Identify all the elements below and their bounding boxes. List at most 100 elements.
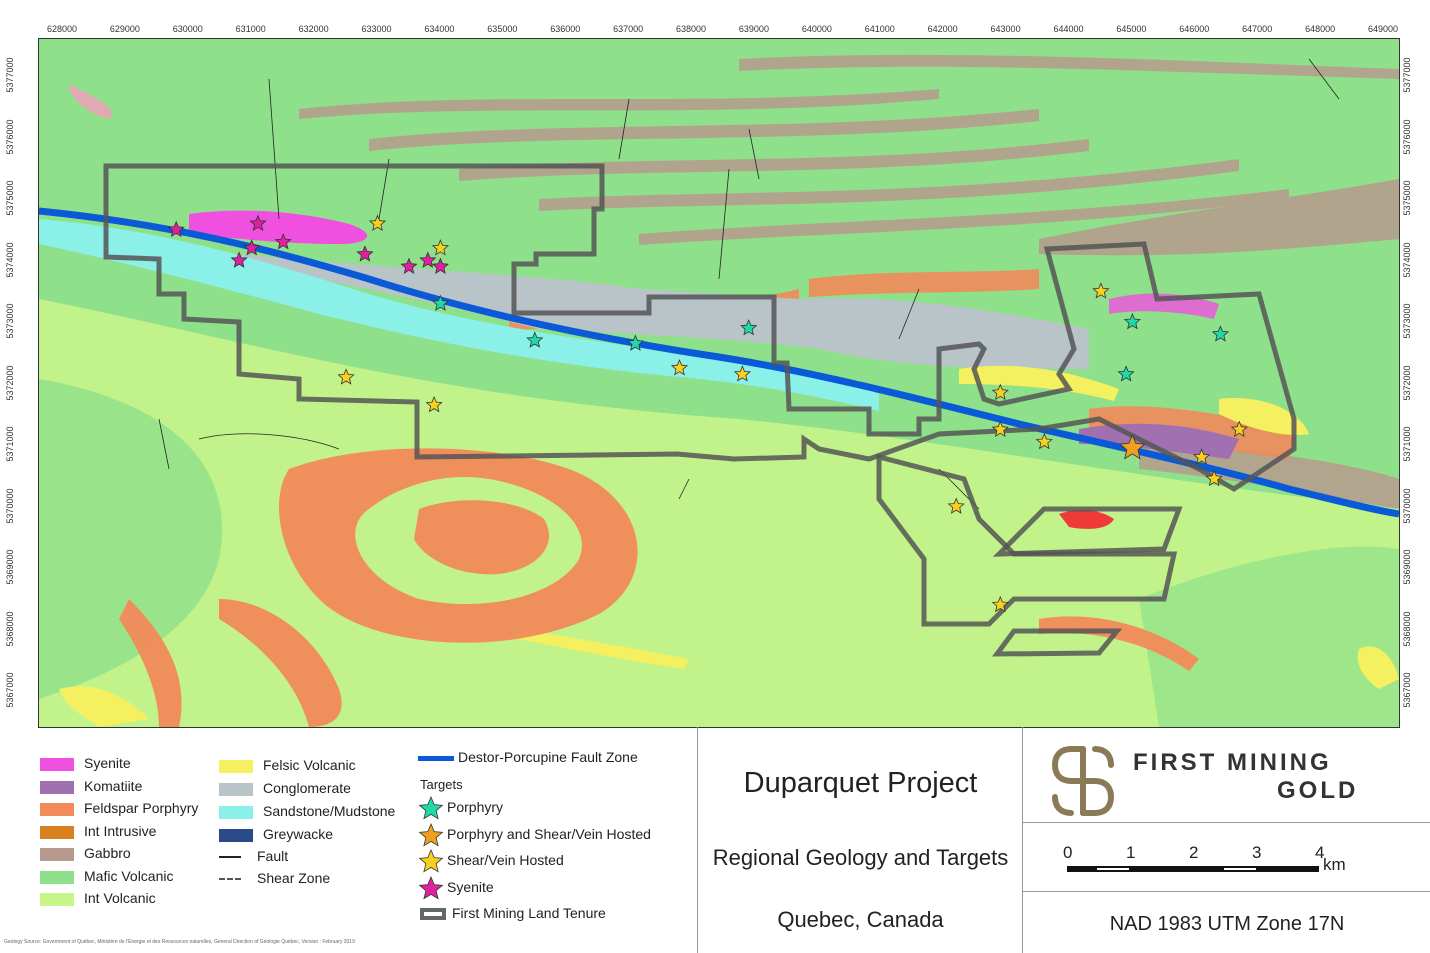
legend-star-icon bbox=[418, 795, 444, 820]
shear-zone-line-symbol bbox=[219, 878, 241, 881]
x-tick-label: 634000 bbox=[424, 24, 455, 34]
x-tick-label: 629000 bbox=[109, 24, 140, 34]
legend-star-icon bbox=[418, 848, 444, 873]
scale-bar: 01234 km bbox=[1063, 839, 1387, 879]
legend-swatch bbox=[40, 780, 74, 794]
legend-fault: Fault bbox=[219, 848, 288, 864]
legend-label: Greywacke bbox=[263, 826, 334, 842]
legend-land-tenure-label: First Mining Land Tenure bbox=[452, 905, 606, 921]
project-title: Duparquet Project bbox=[743, 767, 978, 799]
divider bbox=[1023, 891, 1430, 892]
scale-unit: km bbox=[1323, 855, 1346, 874]
scale-bar-segment bbox=[1224, 868, 1256, 870]
x-tick-label: 632000 bbox=[298, 24, 329, 34]
legend-fault-zone: Destor-Porcupine Fault Zone bbox=[418, 749, 638, 765]
scale-bar-segment bbox=[1097, 868, 1129, 870]
legend-swatch bbox=[40, 870, 74, 884]
y-tick-label: 5375000 bbox=[5, 180, 15, 216]
land-tenure-symbol bbox=[420, 908, 446, 921]
legend-label: Gabbro bbox=[84, 845, 131, 861]
divider bbox=[1023, 822, 1430, 823]
legend-swatch bbox=[219, 806, 253, 819]
legend-target-label: Porphyry and Shear/Vein Hosted bbox=[447, 825, 651, 842]
y-tick-label: 5377000 bbox=[1402, 57, 1412, 93]
legend-star-icon bbox=[418, 875, 444, 900]
legend-label: Int Intrusive bbox=[84, 822, 157, 839]
y-tick-label: 5370000 bbox=[1402, 487, 1412, 524]
legend-swatch bbox=[219, 760, 253, 773]
scale-tick-label: 2 bbox=[1189, 843, 1199, 862]
x-tick-label: 645000 bbox=[1116, 24, 1147, 34]
legend-label: Felsic Volcanic bbox=[263, 757, 356, 773]
legend-target-label: Shear/Vein Hosted bbox=[447, 852, 564, 868]
legend-land-tenure: First Mining Land Tenure bbox=[420, 905, 606, 921]
legend-target-label: Porphyry bbox=[447, 799, 504, 815]
title-block: Duparquet Project Regional Geology and T… bbox=[697, 727, 1023, 953]
y-tick-label: 5371000 bbox=[1402, 426, 1412, 462]
legend-swatch bbox=[40, 893, 74, 906]
y-tick-label: 5372000 bbox=[5, 364, 15, 401]
x-tick-label: 639000 bbox=[738, 24, 769, 34]
legend-label: Syenite bbox=[84, 755, 131, 771]
x-tick-label: 647000 bbox=[1242, 24, 1273, 34]
logo-scale-block: First Mining Gold 01234 km NAD 1983 UTM … bbox=[1022, 727, 1430, 953]
legend-label: Int Volcanic bbox=[84, 890, 156, 906]
y-tick-label: 5377000 bbox=[5, 57, 15, 93]
x-tick-label: 631000 bbox=[235, 24, 266, 34]
x-tick-label: 644000 bbox=[1053, 24, 1084, 34]
y-tick-label: 5367000 bbox=[1402, 672, 1412, 708]
legend-swatch bbox=[40, 803, 74, 816]
y-tick-label: 5367000 bbox=[5, 672, 15, 708]
legend-targets-heading: Targets bbox=[420, 777, 463, 792]
x-tick-label: 641000 bbox=[864, 24, 895, 34]
y-tick-label: 5368000 bbox=[1402, 610, 1412, 647]
x-tick-label: 648000 bbox=[1305, 24, 1336, 34]
scale-tick-label: 0 bbox=[1063, 843, 1073, 862]
y-tick-label: 5373000 bbox=[5, 303, 15, 339]
y-tick-label: 5370000 bbox=[5, 487, 15, 524]
geology-map[interactable] bbox=[38, 38, 1400, 728]
x-tick-label: 633000 bbox=[361, 24, 392, 34]
y-tick-label: 5373000 bbox=[1402, 303, 1412, 339]
legend-swatch bbox=[40, 848, 74, 861]
x-tick-label: 640000 bbox=[801, 24, 832, 34]
scale-tick-label: 1 bbox=[1126, 843, 1136, 862]
x-tick-label: 638000 bbox=[676, 24, 707, 34]
map-subtitle: Regional Geology and Targets bbox=[712, 845, 1009, 870]
legend-shear-zone-label: Shear Zone bbox=[257, 870, 331, 886]
x-tick-label: 628000 bbox=[46, 24, 78, 34]
scale-tick-label: 3 bbox=[1252, 843, 1262, 862]
legend-swatch bbox=[219, 783, 253, 796]
fault-zone-symbol bbox=[418, 755, 454, 761]
logo-text-line2: Gold bbox=[1277, 777, 1359, 804]
legend-swatch bbox=[40, 758, 74, 771]
geology-map-canvas bbox=[39, 39, 1399, 727]
legend-fault-zone-label: Destor-Porcupine Fault Zone bbox=[458, 749, 638, 765]
map-legend: Syenite Komatiite Feldspar Porphyry Int Int… bbox=[0, 727, 697, 953]
legend-swatch bbox=[219, 829, 253, 842]
map-location: Quebec, Canada bbox=[777, 907, 944, 932]
x-tick-label: 636000 bbox=[550, 24, 581, 34]
y-tick-label: 5368000 bbox=[5, 610, 15, 647]
y-tick-label: 5369000 bbox=[5, 549, 15, 585]
y-tick-label: 5369000 bbox=[1402, 549, 1412, 585]
fault-line-symbol bbox=[219, 856, 241, 859]
legend-label: Feldspar Porphyry bbox=[84, 800, 199, 816]
y-tick-label: 5374000 bbox=[5, 241, 15, 278]
legend-label: Komatiite bbox=[84, 777, 143, 794]
legend-target-label: Syenite bbox=[447, 878, 494, 895]
y-tick-label: 5376000 bbox=[1402, 118, 1412, 155]
legend-swatch bbox=[40, 825, 74, 839]
legend-label: Sandstone/Mudstone bbox=[263, 803, 396, 819]
first-mining-logo-icon bbox=[1051, 746, 1115, 816]
y-tick-label: 5372000 bbox=[1402, 364, 1412, 401]
legend-star-icon bbox=[418, 822, 444, 847]
legend-shear-zone: Shear Zone bbox=[219, 870, 330, 886]
x-tick-label: 643000 bbox=[990, 24, 1021, 34]
y-tick-label: 5375000 bbox=[1402, 180, 1412, 216]
legend-fault-label: Fault bbox=[257, 848, 289, 864]
x-tick-label: 646000 bbox=[1179, 24, 1210, 34]
x-tick-label: 649000 bbox=[1367, 24, 1399, 34]
y-tick-label: 5376000 bbox=[5, 118, 15, 155]
logo-text-line1: First Mining bbox=[1133, 749, 1332, 776]
